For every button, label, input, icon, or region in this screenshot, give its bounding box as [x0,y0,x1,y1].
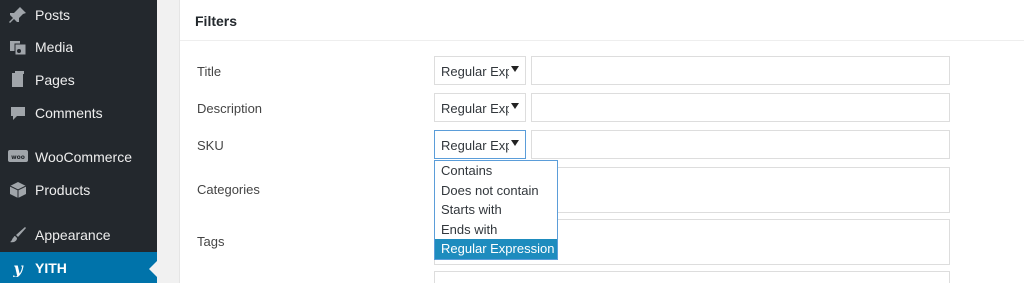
sidebar-item-label: YITH [35,259,67,276]
sku-filter-input[interactable] [531,130,950,159]
title-filter-input[interactable] [531,56,950,85]
chevron-down-icon [511,103,519,109]
sidebar-item-label: Comments [35,105,103,121]
categories-filter-label: Categories [197,182,260,197]
comment-icon [8,103,28,123]
sidebar-item-label: Appearance [35,227,111,243]
sidebar-item-label: Posts [35,6,71,23]
select-value: Regular Expression [441,64,509,79]
sidebar-item-label: Products [35,182,91,198]
panel-header: Filters [180,0,1024,41]
sidebar-item-appearance[interactable]: Appearance [0,218,157,252]
brush-icon [8,225,28,245]
option-ends-with[interactable]: Ends with [435,220,557,240]
sidebar-item-media[interactable]: Media [0,30,157,64]
pages-icon [8,70,28,90]
svg-text:woo: woo [11,154,25,161]
svg-text:y: y [12,259,24,277]
sidebar-item-label: Media [35,39,74,55]
option-does-not-contain[interactable]: Does not contain [435,181,557,201]
tags-filter-label: Tags [197,234,225,249]
woocommerce-icon: woo [8,147,28,167]
description-filter-label: Description [197,101,263,116]
chevron-down-icon [511,66,519,72]
sidebar-item-products[interactable]: Products [0,173,157,207]
filters-panel: Filters Title Regular Expression Descrip… [179,0,1024,283]
media-icon [8,37,28,57]
select-value: Regular Expression [441,138,509,153]
sidebar-item-label: Pages [35,72,75,88]
option-regular-expression[interactable]: Regular Expression [435,239,557,259]
sidebar-item-pages[interactable]: Pages [0,63,157,97]
sidebar-item-yith[interactable]: y YITH [0,252,157,283]
title-filter-label: Title [197,64,222,79]
sidebar-item-comments[interactable]: Comments [0,96,157,130]
description-filter-input[interactable] [531,93,950,122]
title-match-select[interactable]: Regular Expression [434,56,526,85]
products-icon [8,180,28,200]
sidebar-item-woocommerce[interactable]: woo WooCommerce [0,140,157,174]
description-match-select[interactable]: Regular Expression [434,93,526,122]
option-contains[interactable]: Contains [435,161,557,181]
sku-match-select[interactable]: Regular Expression [434,130,526,159]
sku-match-options-list: Contains Does not contain Starts with En… [434,160,558,260]
option-starts-with[interactable]: Starts with [435,200,557,220]
sku-filter-label: SKU [197,138,224,153]
chevron-down-icon [511,140,519,146]
pin-icon [8,5,28,25]
next-filter-input[interactable] [434,271,950,283]
yith-icon: y [8,258,28,278]
sidebar-item-posts[interactable]: Posts [0,0,157,29]
sidebar-item-label: WooCommerce [35,149,132,165]
select-value: Regular Expression [441,101,509,116]
panel-title: Filters [195,13,238,29]
admin-sidebar: Posts Media Pages Comments woo WooCommer… [0,0,157,283]
